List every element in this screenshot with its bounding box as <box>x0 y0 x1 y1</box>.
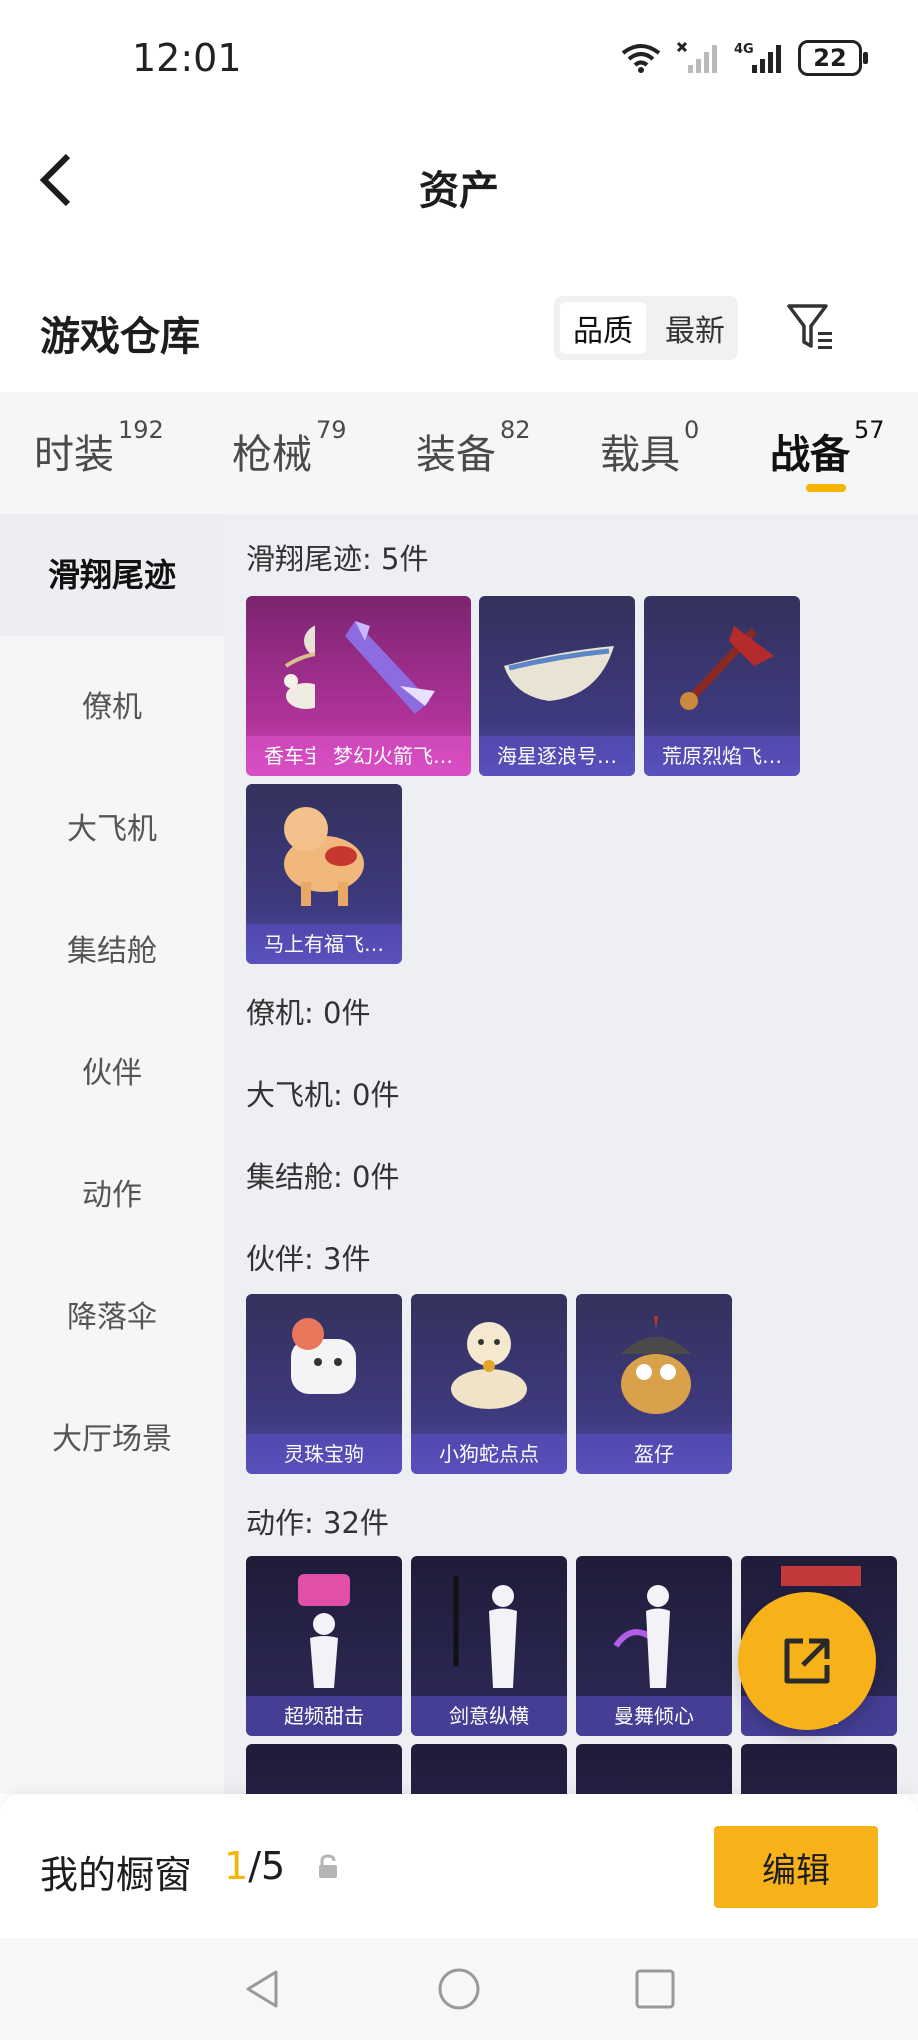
header: 资产 <box>0 120 918 240</box>
tab-fashion[interactable]: 时装192 <box>34 416 164 480</box>
system-nav-bar <box>0 1938 918 2040</box>
section-label-emote: 动作: 32件 <box>246 1506 389 1540</box>
item-card[interactable]: 马上有福飞… <box>246 784 402 964</box>
item-name: 小狗蛇点点 <box>411 1434 567 1474</box>
nav-back-icon[interactable] <box>238 1964 288 2014</box>
warehouse-title: 游戏仓库 <box>40 314 200 360</box>
tab-guns[interactable]: 枪械79 <box>232 416 347 480</box>
item-card[interactable] <box>741 1744 897 1794</box>
signal-off-icon <box>676 41 717 73</box>
sidebar-item-emote[interactable]: 动作 <box>0 1170 224 1214</box>
item-name: 曼舞倾心 <box>576 1696 732 1736</box>
item-name: 剑意纵横 <box>411 1696 567 1736</box>
item-name: 马上有福飞… <box>246 924 402 964</box>
sidebar-item-lobby-scene[interactable]: 大厅场景 <box>0 1414 224 1458</box>
status-time: 12:01 <box>132 36 242 80</box>
sort-quality-button[interactable]: 品质 <box>560 302 646 354</box>
sidebar-item-parachute[interactable]: 降落伞 <box>0 1292 224 1336</box>
active-tab-indicator <box>806 484 846 492</box>
wifi-icon <box>621 44 661 73</box>
item-name: 盔仔 <box>576 1434 732 1474</box>
snake-partner-art-icon <box>451 1322 527 1409</box>
item-card[interactable]: 梦幻火箭飞… <box>315 596 471 776</box>
signal-4g-icon: 4G <box>734 42 781 73</box>
sidebar-item-partner[interactable]: 伙伴 <box>0 1048 224 1092</box>
edit-button[interactable]: 编辑 <box>714 1826 878 1908</box>
category-tabs: 时装192 枪械79 装备82 载具0 战备57 <box>0 392 918 514</box>
tab-vehicles[interactable]: 载具0 <box>600 416 699 480</box>
item-card[interactable]: 海星逐浪号… <box>479 596 635 776</box>
emote-figure-icon <box>613 1585 670 1688</box>
battery-icon: 22 <box>798 40 868 76</box>
nav-recents-icon[interactable] <box>630 1964 680 2014</box>
page-title: 资产 <box>419 168 499 214</box>
item-name: 梦幻火箭飞… <box>315 736 471 776</box>
sidebar-item-glide-trail[interactable]: 滑翔尾迹 <box>0 514 224 636</box>
item-name: 海星逐浪号… <box>479 736 635 776</box>
emote-figure-icon <box>453 1576 517 1688</box>
share-fab-button[interactable] <box>738 1592 876 1730</box>
showcase-bar: 我的橱窗 1/5 编辑 <box>0 1794 918 1938</box>
item-card[interactable] <box>576 1744 732 1794</box>
item-card[interactable] <box>411 1744 567 1794</box>
boat-art-icon <box>504 646 614 701</box>
item-name: 荒原烈焰飞… <box>644 736 800 776</box>
flame-glider-art-icon <box>680 626 774 710</box>
sidebar-item-pod[interactable]: 集结舱 <box>0 926 224 970</box>
item-card[interactable]: 小狗蛇点点 <box>411 1294 567 1474</box>
tab-equipment[interactable]: 装备82 <box>416 416 531 480</box>
section-label-partner: 伙伴: 3件 <box>246 1242 371 1276</box>
lock-icon <box>319 1854 337 1878</box>
svg-text:4G: 4G <box>734 42 754 57</box>
section-label-pod: 集结舱: 0件 <box>246 1160 400 1194</box>
sort-newest-button[interactable]: 最新 <box>652 296 738 360</box>
nav-home-icon[interactable] <box>434 1964 484 2014</box>
helmet-chick-art-icon <box>621 1316 691 1414</box>
rocket-art-icon <box>345 621 435 714</box>
showcase-label: 我的橱窗 <box>40 1853 193 1897</box>
item-name: 灵珠宝驹 <box>246 1434 402 1474</box>
section-label-wingman: 僚机: 0件 <box>246 996 371 1030</box>
item-card[interactable]: 剑意纵横 <box>411 1556 567 1736</box>
section-label-plane: 大飞机: 0件 <box>246 1078 400 1112</box>
pony-partner-art-icon <box>291 1318 356 1394</box>
share-icon <box>784 1638 830 1684</box>
status-bar: 12:01 4G 22 <box>0 0 918 120</box>
sidebar-item-wingman[interactable]: 僚机 <box>0 682 224 726</box>
item-name: 超频甜击 <box>246 1696 402 1736</box>
item-card[interactable]: 盔仔 <box>576 1294 732 1474</box>
section-label-glide: 滑翔尾迹: 5件 <box>246 542 429 576</box>
showcase-count: 1/5 <box>224 1844 286 1888</box>
item-card[interactable]: 超频甜击 <box>246 1556 402 1736</box>
horse-art-icon <box>284 807 364 906</box>
sort-toggle: 品质 最新 <box>554 296 738 360</box>
item-card[interactable]: 曼舞倾心 <box>576 1556 732 1736</box>
filter-icon[interactable] <box>786 302 836 352</box>
item-card[interactable] <box>246 1744 402 1794</box>
emote-figure-icon <box>298 1574 350 1688</box>
tab-battle-prep[interactable]: 战备57 <box>770 416 885 480</box>
status-icons: 4G 22 <box>620 40 868 76</box>
item-card[interactable]: 灵珠宝驹 <box>246 1294 402 1474</box>
sidebar-item-plane[interactable]: 大飞机 <box>0 804 224 848</box>
item-card[interactable]: 荒原烈焰飞… <box>644 596 800 776</box>
